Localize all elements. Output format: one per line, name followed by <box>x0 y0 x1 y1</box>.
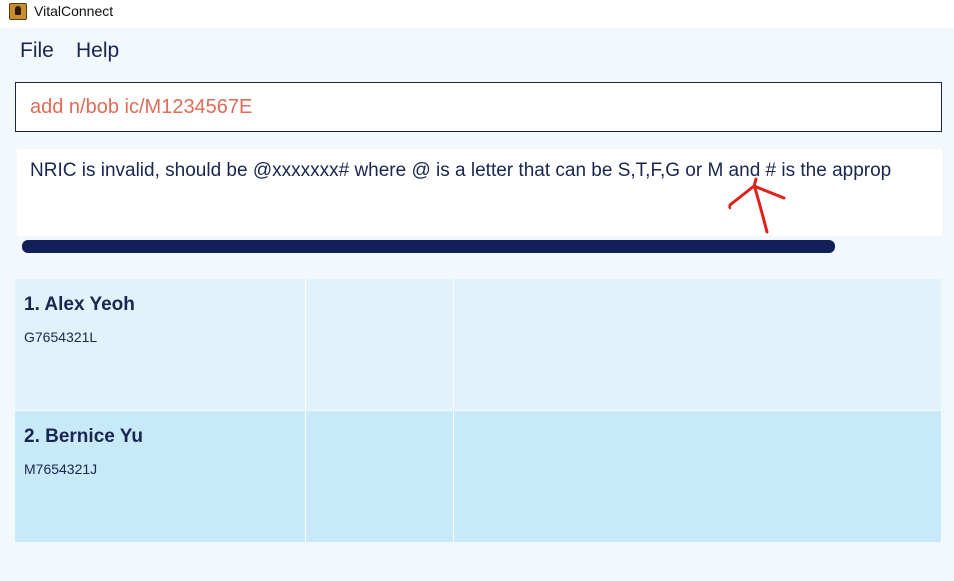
person-card[interactable]: 2. Bernice Yu M7654321J <box>15 411 941 542</box>
person-list: 1. Alex Yeoh G7654321L 2. Bernice Yu M76… <box>15 279 941 581</box>
menu-file[interactable]: File <box>20 39 54 63</box>
command-box[interactable] <box>15 82 942 132</box>
window-title: VitalConnect <box>34 3 114 19</box>
column-divider <box>453 279 454 410</box>
person-name: 2. Bernice Yu <box>24 426 143 447</box>
result-display: NRIC is invalid, should be @xxxxxxx# whe… <box>17 149 942 236</box>
person-nric: G7654321L <box>24 329 98 345</box>
menu-bar: File Help <box>0 28 954 72</box>
address-book-icon <box>9 3 27 20</box>
column-divider <box>453 411 454 542</box>
column-divider <box>305 279 306 410</box>
person-name: 1. Alex Yeoh <box>24 294 135 315</box>
title-bar: VitalConnect <box>0 0 954 28</box>
person-nric: M7654321J <box>24 461 98 477</box>
person-card[interactable]: 1. Alex Yeoh G7654321L <box>15 279 941 410</box>
result-message: NRIC is invalid, should be @xxxxxxx# whe… <box>30 160 892 181</box>
menu-help[interactable]: Help <box>76 39 119 63</box>
column-divider <box>305 411 306 542</box>
result-scrollbar-thumb[interactable] <box>22 240 835 253</box>
command-input[interactable] <box>16 83 941 131</box>
